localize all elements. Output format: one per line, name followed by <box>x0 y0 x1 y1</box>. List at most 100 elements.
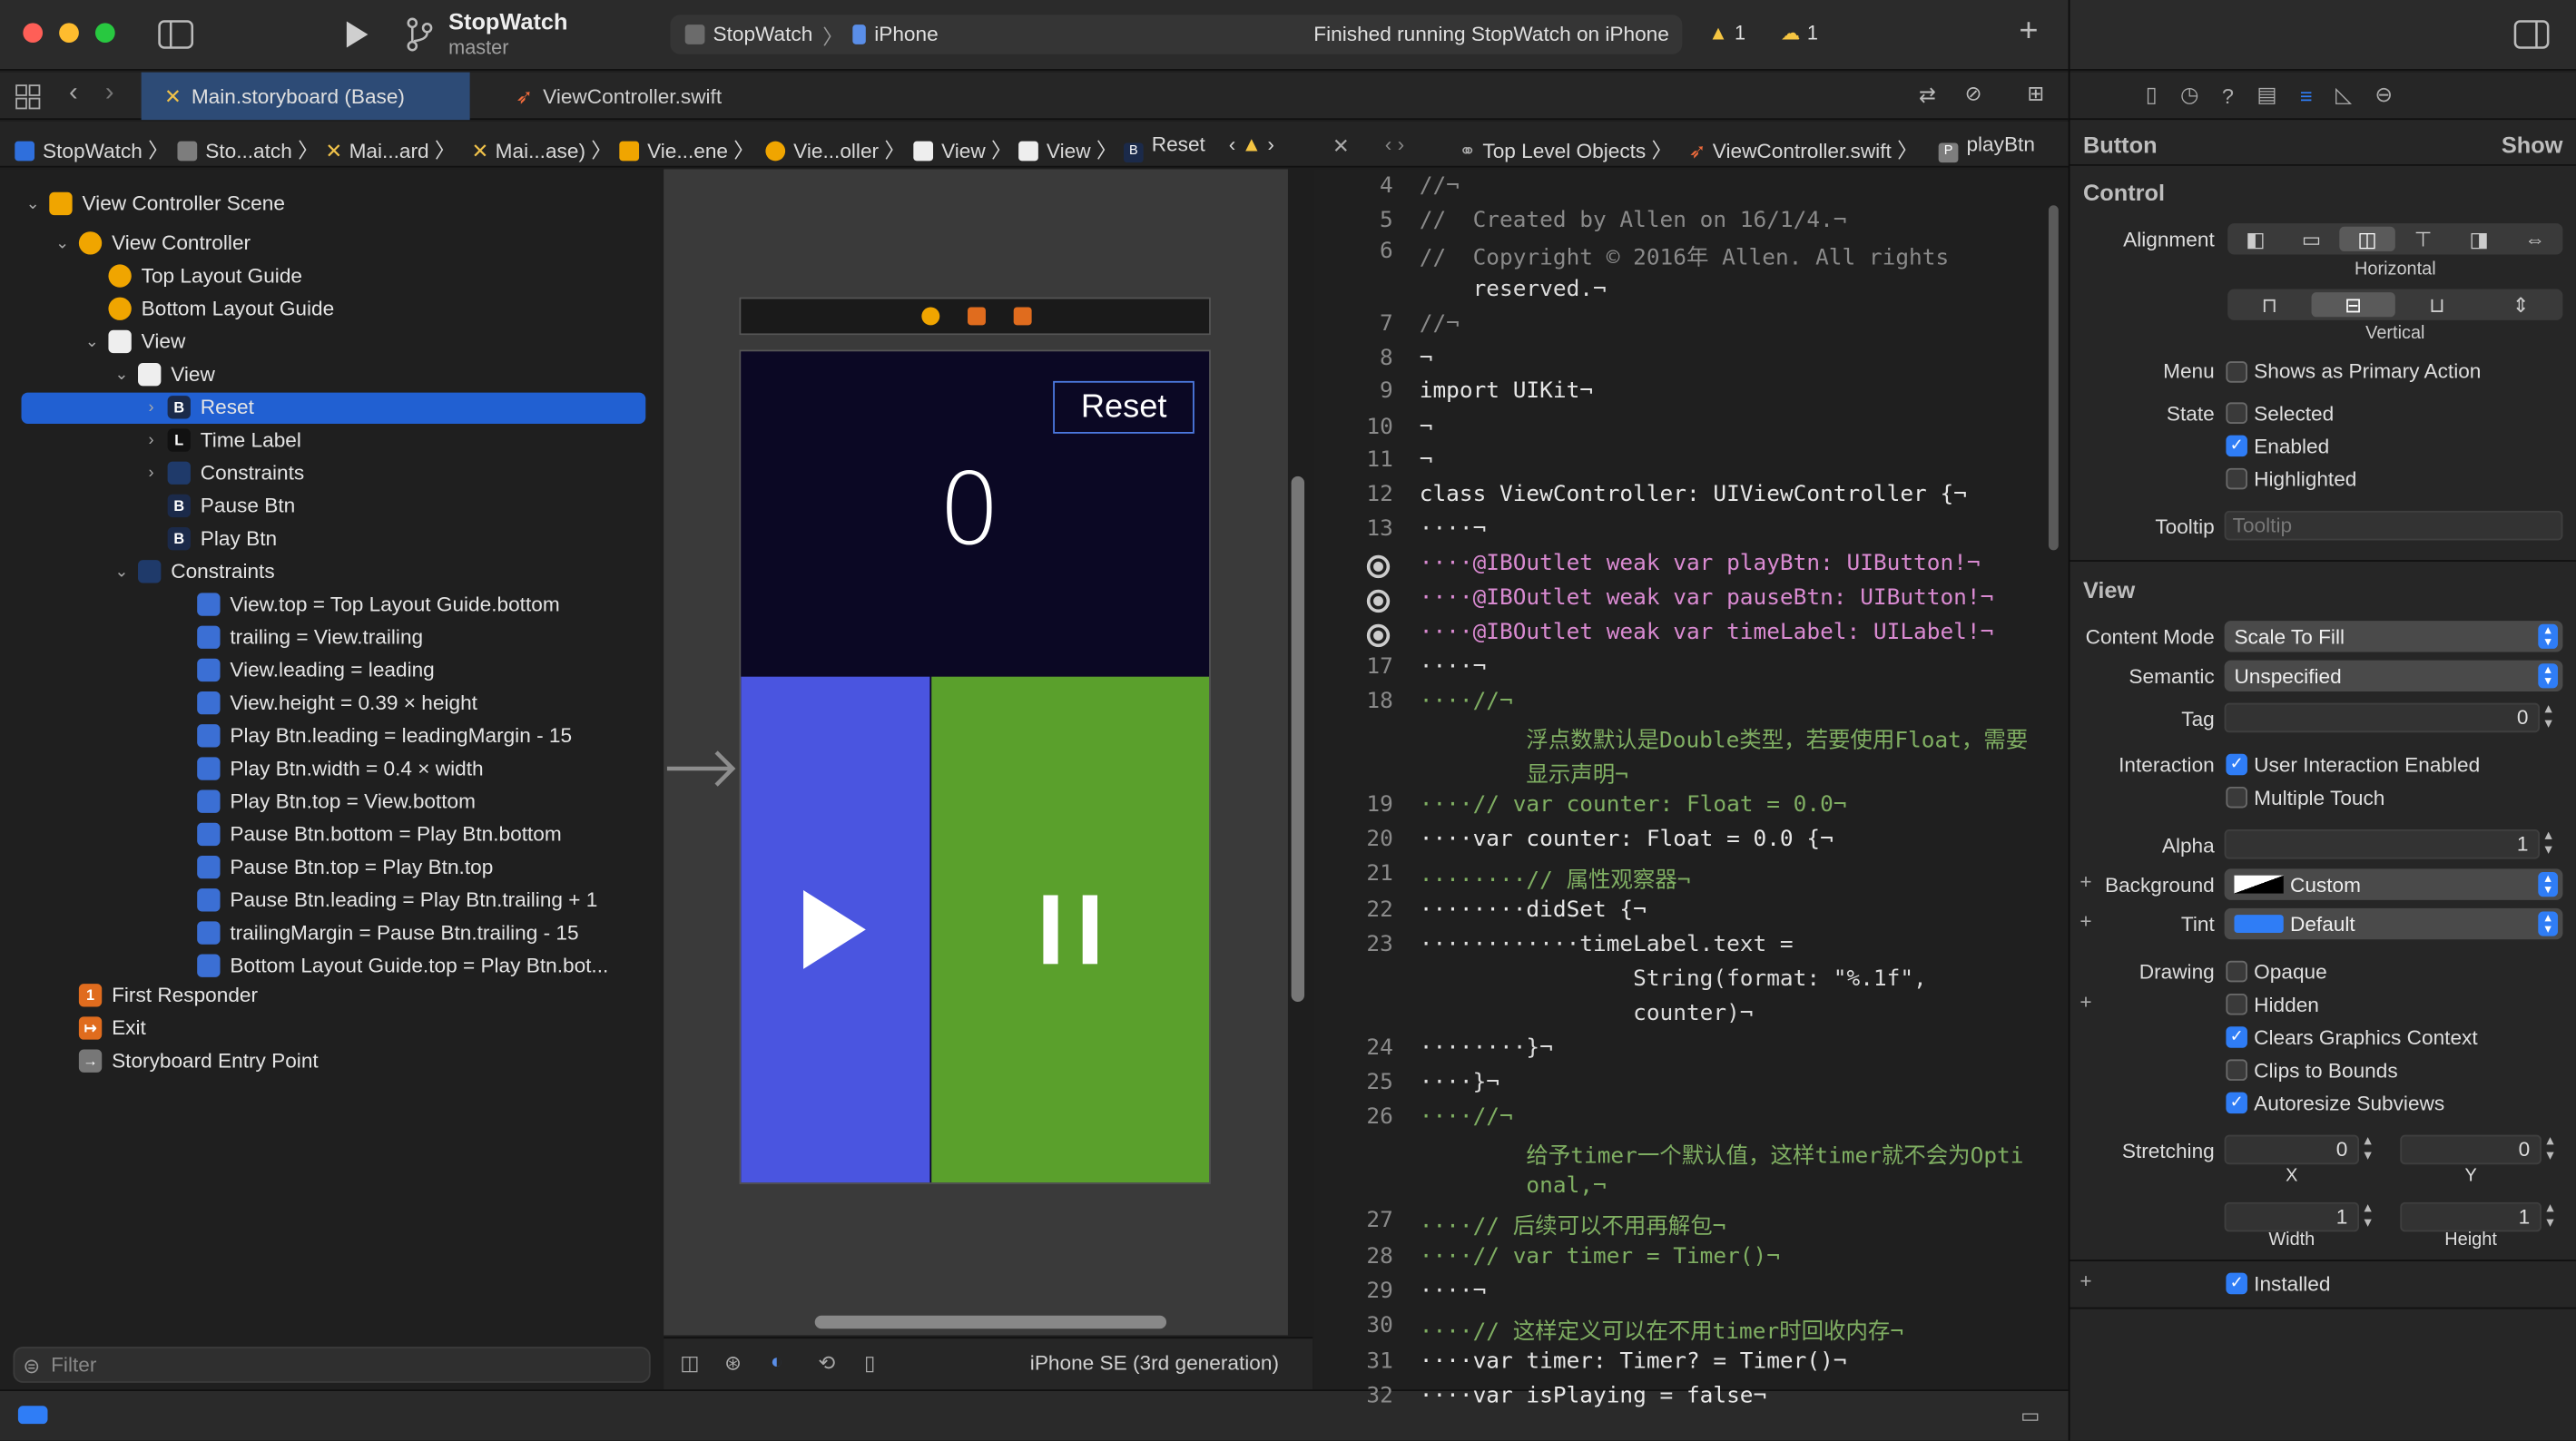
code-line[interactable]: ····¬ <box>1420 1278 1487 1304</box>
disclosure-icon[interactable]: ⌄ <box>53 234 73 252</box>
selected-checkbox[interactable] <box>2226 402 2247 424</box>
outline-constraint-item[interactable]: View.leading = leading <box>171 653 435 686</box>
add-variation-icon[interactable]: + <box>2079 870 2091 893</box>
user-interaction-checkbox[interactable]: ✓ <box>2226 753 2247 776</box>
add-variation-icon[interactable]: + <box>2079 1269 2091 1292</box>
outline-constraint-item[interactable]: Play Btn.top = View.bottom <box>171 785 476 818</box>
jump-item-storyboard[interactable]: ✕ Mai...ard 〉 <box>325 133 455 164</box>
grid-icon[interactable] <box>15 83 41 110</box>
align-top-icon[interactable]: ⊓ <box>2227 292 2311 317</box>
issue-count[interactable]: ☁ 1 <box>1781 22 1818 44</box>
editor-scrollbar[interactable] <box>2048 205 2059 551</box>
pause-button[interactable] <box>931 676 1210 1183</box>
outline-pause-btn[interactable]: B Pause Btn <box>142 489 295 522</box>
storyboard-canvas[interactable]: Reset 0 <box>664 169 1288 1336</box>
outline-time-label[interactable]: › L Time Label <box>142 424 301 456</box>
device-name[interactable]: iPhone <box>874 23 938 45</box>
jump-item-view[interactable]: View 〉 <box>913 133 1012 164</box>
outlet-connection-icon[interactable] <box>1366 589 1391 613</box>
code-line[interactable]: ····@IBOutlet weak var timeLabel: UILabe… <box>1420 619 1994 645</box>
outline-exit[interactable]: ↦ Exit <box>53 1012 146 1044</box>
appearance-icon[interactable]: ◐ <box>771 1350 783 1373</box>
align-vfill-icon[interactable]: ⇕ <box>2479 292 2562 317</box>
highlighted-checkbox[interactable] <box>2226 467 2247 490</box>
disclosure-icon[interactable]: ⌄ <box>112 563 132 581</box>
tag-field[interactable]: 0 <box>2224 702 2541 733</box>
code-line[interactable]: ····¬ <box>1420 653 1487 680</box>
content-mode-popup[interactable]: Scale To Fill ▴ ▾ <box>2224 621 2563 652</box>
inspector-toggle-icon[interactable] <box>2513 20 2550 50</box>
disclosure-icon[interactable]: ⌄ <box>112 366 132 384</box>
code-line[interactable]: ····@IBOutlet weak var playBtn: UIButton… <box>1420 550 1981 576</box>
refresh-icon[interactable]: ⇄ <box>1919 82 1936 106</box>
vertical-alignment[interactable]: ⊓ ⊟ ⊔ ⇕ <box>2227 289 2563 320</box>
code-line[interactable]: ············timeLabel.text = <box>1420 931 1794 957</box>
stretch-x-stepper[interactable]: ▴ ▾ <box>2364 1132 2371 1163</box>
console-toggle-icon[interactable]: ▭ <box>2020 1403 2040 1426</box>
issue-nav[interactable]: ‹ ▲ › <box>1229 133 1274 156</box>
code-line[interactable]: ····¬ <box>1420 515 1487 542</box>
disclosure-icon[interactable]: › <box>142 398 162 417</box>
code-line[interactable]: counter)¬ <box>1420 1000 1753 1026</box>
jump-item-folder[interactable]: Sto...atch 〉 <box>177 133 319 164</box>
stretch-height-stepper[interactable]: ▴ ▾ <box>2546 1200 2553 1230</box>
reset-button[interactable]: Reset <box>1053 380 1195 434</box>
disclosure-icon[interactable]: ⌄ <box>23 194 43 212</box>
outline-play-btn[interactable]: B Play Btn <box>142 523 277 555</box>
clips-bounds-checkbox[interactable] <box>2226 1059 2247 1081</box>
code-line[interactable]: ········// 属性观察器¬ <box>1420 860 1691 894</box>
nav-arrows[interactable]: ‹ › <box>1385 133 1404 156</box>
code-line[interactable]: ····// 后续可以不用再解包¬ <box>1420 1207 1726 1240</box>
disclosure-icon[interactable]: › <box>142 431 162 449</box>
clears-context-checkbox[interactable]: ✓ <box>2226 1026 2247 1048</box>
iphone-scene[interactable]: Reset 0 <box>739 349 1211 1184</box>
jump-item-top-level[interactable]: ⚭ Top Level Objects 〉 <box>1459 133 1672 164</box>
responder-dock-icon[interactable] <box>968 307 986 326</box>
primary-action-checkbox[interactable] <box>2226 361 2247 383</box>
zoom-window-button[interactable] <box>94 23 115 44</box>
outline-bottom-layout-guide[interactable]: Bottom Layout Guide <box>82 292 334 325</box>
outline-constraint-item[interactable]: View.top = Top Layout Guide.bottom <box>171 588 560 621</box>
device-selector[interactable]: iPhone SE (3rd generation) <box>1030 1352 1279 1375</box>
align-center-icon[interactable]: ▭ <box>2284 227 2340 251</box>
outline-scene[interactable]: ⌄ View Controller Scene <box>23 187 285 220</box>
align-middle-icon[interactable]: ⊟ <box>2311 292 2395 318</box>
stretch-y-field[interactable]: 0 <box>2400 1134 2542 1165</box>
activity-view[interactable]: StopWatch 〉 iPhone Finished running Stop… <box>670 15 1683 54</box>
top-view[interactable]: Reset 0 <box>741 351 1210 677</box>
outline-constraint-item[interactable]: View.height = 0.39 × height <box>171 687 477 720</box>
code-line[interactable]: //¬ <box>1420 172 1460 199</box>
tooltip-field[interactable]: Tooltip <box>2224 510 2563 541</box>
multiple-touch-checkbox[interactable] <box>2226 786 2247 809</box>
file-inspector-icon[interactable]: ▯ <box>2146 82 2158 108</box>
outlet-connection-icon[interactable] <box>1366 623 1391 648</box>
controller-dock-icon[interactable] <box>921 307 940 326</box>
code-line[interactable]: ····//¬ <box>1420 1103 1513 1130</box>
align-right-icon[interactable]: ◨ <box>2451 227 2507 251</box>
code-line[interactable]: 给予timer一个默认值，这样timer就不会为Opti <box>1420 1136 2023 1170</box>
outline-constraint-item[interactable]: trailingMargin = Pause Btn.trailing - 15 <box>171 917 579 949</box>
code-line[interactable]: ¬ <box>1420 446 1433 473</box>
attributes-icon[interactable]: ≡ <box>2300 83 2313 107</box>
stretch-y-stepper[interactable]: ▴ ▾ <box>2546 1132 2553 1163</box>
code-line[interactable]: String(format: "%.1f", <box>1420 966 1927 992</box>
add-variation-icon[interactable]: + <box>2079 990 2091 1013</box>
code-line[interactable]: class ViewController: UIViewController {… <box>1420 481 1967 507</box>
jump-item-reset[interactable]: B Reset <box>1123 133 1205 163</box>
code-line[interactable]: ¬ <box>1420 345 1433 371</box>
alpha-field[interactable]: 1 <box>2224 828 2541 859</box>
exit-dock-icon[interactable] <box>1013 307 1032 326</box>
outline-constraints[interactable]: ⌄ Constraints <box>112 555 275 588</box>
code-line[interactable]: ¬ <box>1420 414 1433 440</box>
autoresize-checkbox[interactable]: ✓ <box>2226 1092 2247 1114</box>
horizontal-scrollbar[interactable] <box>814 1315 1167 1329</box>
close-icon[interactable]: ✕ <box>1332 133 1350 157</box>
accessibility-icon[interactable]: ⊛ <box>724 1350 742 1375</box>
code-line[interactable]: ····// var counter: Float = 0.0¬ <box>1420 791 1847 818</box>
close-window-button[interactable] <box>23 23 44 44</box>
debug-area-toggle-icon[interactable] <box>17 1406 48 1425</box>
outline-constraint-item[interactable]: Pause Btn.top = Play Btn.top <box>171 851 493 884</box>
split-editor-icon[interactable]: ⊞ <box>2027 81 2044 104</box>
stretch-width-field[interactable]: 1 <box>2224 1201 2360 1232</box>
run-icon[interactable] <box>341 18 371 51</box>
